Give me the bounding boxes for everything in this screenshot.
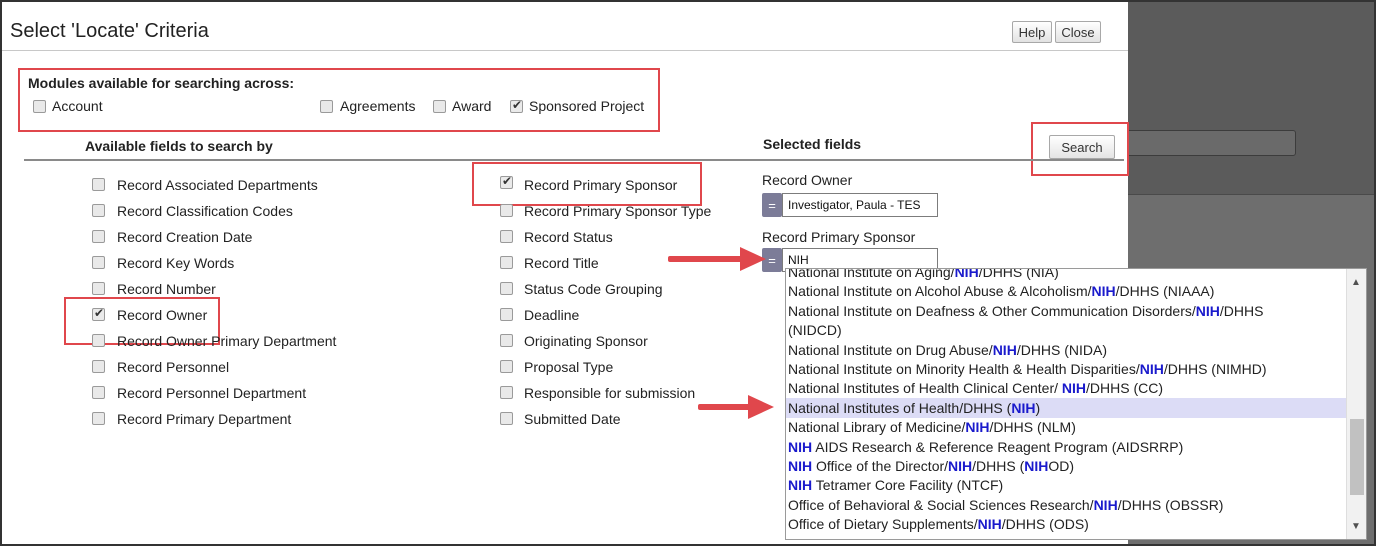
- field-checkbox[interactable]: [500, 230, 513, 243]
- title-divider: [2, 50, 1128, 51]
- field-checkbox-record-owner[interactable]: [92, 306, 105, 321]
- autocomplete-item-selected[interactable]: National Institutes of Health/DHHS (NIH): [786, 397, 1346, 418]
- field-label: Record Associated Departments: [117, 177, 318, 193]
- field-checkbox[interactable]: [500, 256, 513, 269]
- field-checkbox[interactable]: [500, 386, 513, 399]
- record-owner-value-field[interactable]: Investigator, Paula - TES: [782, 193, 938, 217]
- autocomplete-item[interactable]: NIH Office of the Director/NIH/DHHS (NIH…: [786, 456, 1346, 476]
- field-label: Record Title: [524, 255, 599, 271]
- dialog-title: Select 'Locate' Criteria: [10, 20, 209, 42]
- field-checkbox[interactable]: [92, 178, 105, 191]
- field-checkbox[interactable]: [92, 204, 105, 217]
- operator-button[interactable]: =: [762, 193, 782, 217]
- module-label-account: Account: [52, 98, 103, 114]
- field-label: Record Key Words: [117, 255, 235, 271]
- field-label: Submitted Date: [524, 411, 621, 427]
- field-label: Status Code Grouping: [524, 281, 663, 297]
- background-search-field: [1118, 130, 1296, 156]
- field-checkbox-primary-sponsor[interactable]: [500, 174, 513, 189]
- field-label: Deadline: [524, 307, 580, 323]
- field-label: Record Owner Primary Department: [117, 333, 337, 349]
- autocomplete-item[interactable]: National Institute on Drug Abuse/NIH/DHH…: [786, 340, 1346, 360]
- available-fields-header: Available fields to search by: [85, 138, 273, 154]
- module-label-sponsored-project: Sponsored Project: [529, 98, 645, 114]
- close-button[interactable]: Close: [1055, 21, 1101, 43]
- field-label: Record Classification Codes: [117, 203, 293, 219]
- field-label: Proposal Type: [524, 359, 614, 375]
- scroll-down-icon[interactable]: ▼: [1351, 521, 1361, 532]
- field-checkbox[interactable]: [92, 412, 105, 425]
- field-checkbox[interactable]: [92, 230, 105, 243]
- field-checkbox[interactable]: [92, 334, 105, 347]
- field-label: Record Primary Sponsor Type: [524, 203, 712, 219]
- field-checkbox[interactable]: [92, 386, 105, 399]
- field-checkbox[interactable]: [92, 360, 105, 373]
- selected-field-label: Record Owner: [762, 172, 853, 188]
- autocomplete-item[interactable]: NIH AIDS Research & Reference Reagent Pr…: [786, 437, 1346, 457]
- search-button[interactable]: Search: [1049, 135, 1115, 159]
- help-button[interactable]: Help: [1012, 21, 1052, 43]
- dropdown-scrollbar[interactable]: ▲ ▼: [1346, 269, 1366, 539]
- autocomplete-item[interactable]: National Institute on Aging/NIH/DHHS (NI…: [786, 269, 1346, 282]
- field-label-record-owner: Record Owner: [117, 307, 208, 323]
- field-label-primary-sponsor: Record Primary Sponsor: [524, 177, 678, 193]
- module-checkbox-agreements[interactable]: [320, 100, 333, 113]
- background-divider: [1128, 194, 1374, 195]
- autocomplete-item[interactable]: (NIDCD): [786, 320, 1346, 340]
- background-header: [1128, 2, 1374, 194]
- section-divider: [24, 159, 1124, 161]
- field-checkbox[interactable]: [500, 334, 513, 347]
- modules-title: Modules available for searching across:: [28, 75, 295, 91]
- sponsor-autocomplete-list[interactable]: National Institute on Aging/NIH/DHHS (NI…: [785, 268, 1367, 540]
- field-checkbox[interactable]: [92, 282, 105, 295]
- autocomplete-item[interactable]: National Institute on Alcohol Abuse & Al…: [786, 281, 1346, 301]
- autocomplete-item[interactable]: National Institute on Deafness & Other C…: [786, 301, 1346, 321]
- autocomplete-item[interactable]: National Library of Medicine/NIH/DHHS (N…: [786, 417, 1346, 437]
- field-checkbox[interactable]: [500, 204, 513, 217]
- field-label: Responsible for submission: [524, 385, 696, 401]
- module-checkbox-account[interactable]: [33, 100, 46, 113]
- field-checkbox[interactable]: [500, 360, 513, 373]
- field-checkbox[interactable]: [92, 256, 105, 269]
- module-checkbox-award[interactable]: [433, 100, 446, 113]
- field-checkbox[interactable]: [500, 308, 513, 321]
- field-label: Record Personnel Department: [117, 385, 307, 401]
- autocomplete-item[interactable]: National Institute on Minority Health & …: [786, 359, 1346, 379]
- selected-field-label: Record Primary Sponsor: [762, 229, 916, 245]
- selected-fields-header: Selected fields: [763, 136, 862, 152]
- field-label: Record Personnel: [117, 359, 230, 375]
- field-label: Originating Sponsor: [524, 333, 648, 349]
- field-label: Record Status: [524, 229, 613, 245]
- scroll-thumb[interactable]: [1350, 419, 1364, 495]
- field-label: Record Creation Date: [117, 229, 253, 245]
- scroll-up-icon[interactable]: ▲: [1351, 277, 1361, 288]
- autocomplete-item[interactable]: Office of Behavioral & Social Sciences R…: [786, 495, 1346, 515]
- autocomplete-item[interactable]: National Institutes of Health Clinical C…: [786, 378, 1346, 398]
- module-checkbox-sponsored-project[interactable]: [510, 98, 523, 113]
- autocomplete-item[interactable]: NIH Tetramer Core Facility (NTCF): [786, 475, 1346, 495]
- field-checkbox[interactable]: [500, 282, 513, 295]
- module-label-agreements: Agreements: [340, 98, 416, 114]
- module-label-award: Award: [452, 98, 492, 114]
- field-label: Record Number: [117, 281, 216, 297]
- field-label: Record Primary Department: [117, 411, 292, 427]
- autocomplete-item[interactable]: Office of Dietary Supplements/NIH/DHHS (…: [786, 514, 1346, 534]
- field-checkbox[interactable]: [500, 412, 513, 425]
